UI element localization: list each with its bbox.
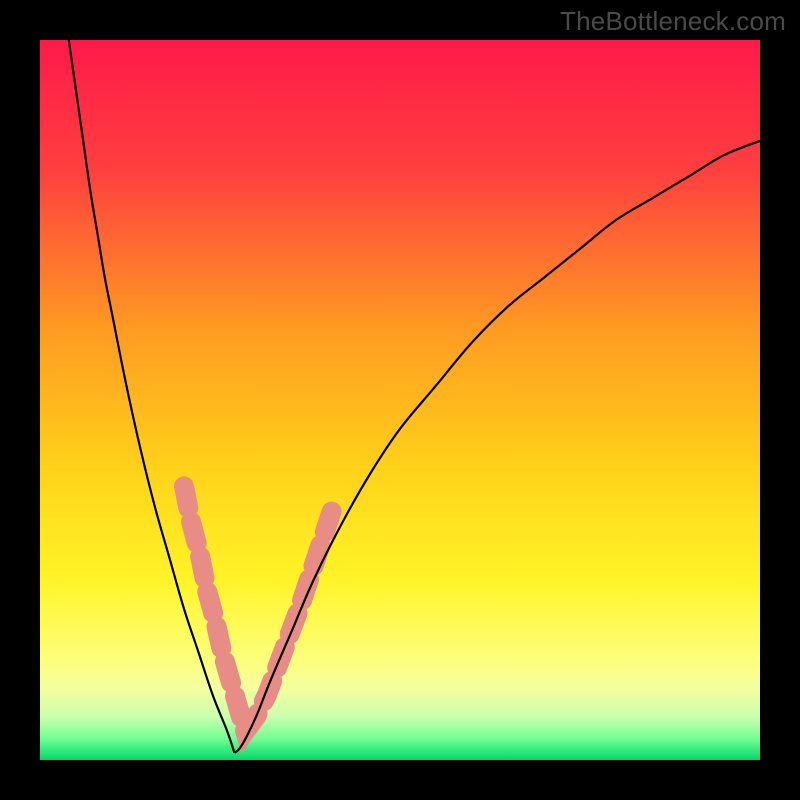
right-branch-curve [234,141,760,753]
left-branch-curve [69,40,235,753]
plot-area [40,40,760,760]
highlight-dots-series [184,486,332,731]
watermark-text: TheBottleneck.com [560,6,786,37]
chart-svg [40,40,760,760]
chart-container: TheBottleneck.com [0,0,800,800]
